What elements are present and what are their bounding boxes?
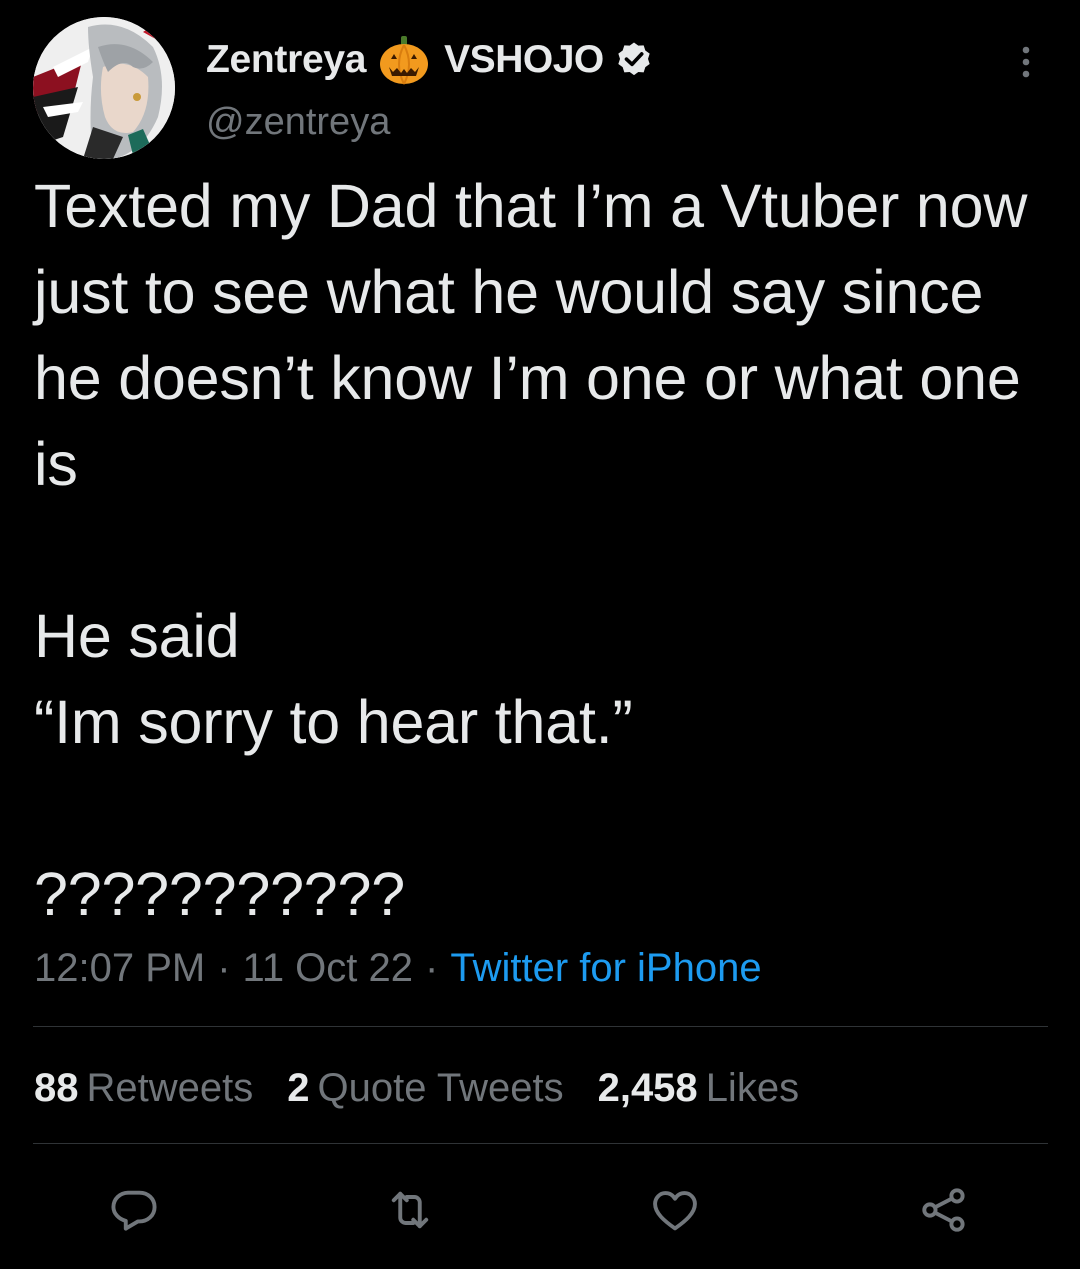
- retweet-button[interactable]: [382, 1182, 438, 1238]
- share-icon: [922, 1188, 965, 1232]
- author-name-row: Zentreya VSHOJO: [206, 32, 654, 88]
- tweet-time[interactable]: 12:07 PM: [34, 946, 205, 991]
- meta-separator: ·: [425, 945, 439, 990]
- divider: [33, 1143, 1048, 1144]
- likes-stat[interactable]: 2,458 Likes: [598, 1066, 800, 1111]
- pumpkin-emoji-icon: [378, 34, 430, 86]
- tweet-stats: 88 Retweets 2 Quote Tweets 2,458 Likes: [34, 1060, 833, 1116]
- avatar[interactable]: [33, 17, 175, 159]
- author-handle[interactable]: @zentreya: [206, 98, 390, 146]
- tweet-text: Texted my Dad that I’m a Vtuber now just…: [34, 172, 1028, 928]
- divider: [33, 1026, 1048, 1027]
- reply-button[interactable]: [106, 1182, 162, 1238]
- verified-badge-icon: [614, 40, 654, 80]
- tweet-detail: Zentreya VSHOJO @zentreya Texted my Dad …: [0, 0, 1080, 1269]
- display-name[interactable]: Zentreya: [206, 38, 366, 82]
- more-options-icon[interactable]: [1012, 42, 1040, 82]
- avatar-image: [33, 17, 175, 159]
- retweets-stat[interactable]: 88 Retweets: [34, 1066, 253, 1111]
- like-button[interactable]: [647, 1182, 703, 1238]
- tweet-meta: 12:07 PM · 11 Oct 22 · Twitter for iPhon…: [34, 940, 762, 996]
- tweet-source-link[interactable]: Twitter for iPhone: [450, 946, 761, 991]
- quote-tweets-count: 2: [287, 1065, 310, 1110]
- heart-icon: [653, 1191, 697, 1231]
- quote-tweets-label: Quote Tweets: [317, 1065, 564, 1110]
- retweets-count: 88: [34, 1065, 79, 1110]
- retweet-icon: [391, 1191, 429, 1229]
- tweet-date[interactable]: 11 Oct 22: [243, 946, 413, 991]
- retweets-label: Retweets: [86, 1065, 254, 1110]
- reply-icon: [111, 1190, 157, 1231]
- affiliation-label[interactable]: VSHOJO: [444, 38, 604, 82]
- likes-label: Likes: [705, 1065, 800, 1110]
- quote-tweets-stat[interactable]: 2 Quote Tweets: [287, 1066, 563, 1111]
- meta-separator: ·: [217, 945, 231, 990]
- share-button[interactable]: [916, 1182, 972, 1238]
- likes-count: 2,458: [597, 1065, 698, 1110]
